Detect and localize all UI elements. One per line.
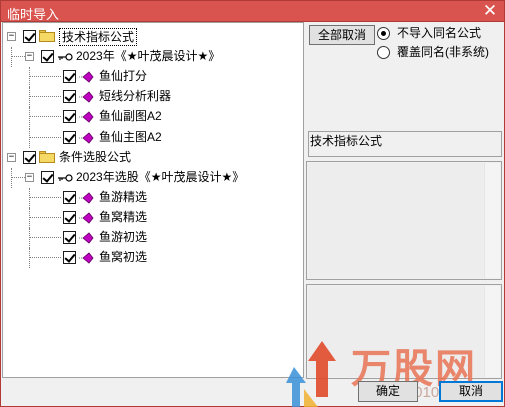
close-button[interactable]: ✕ <box>478 2 502 20</box>
tree-connector <box>29 196 61 198</box>
tree-node-label[interactable]: 鱼游初选 <box>99 229 147 245</box>
tree-connector <box>29 67 30 88</box>
description-box-1[interactable] <box>306 161 502 280</box>
tree-row-formula[interactable]: 鱼窝初选 <box>3 248 303 269</box>
collapse-toggle[interactable]: − <box>25 52 34 62</box>
formula-tree[interactable]: − 技术指标公式 − 2023年《★叶茂晨设计★》鱼仙打分短线分析利器 鱼仙副图A2 鱼仙… <box>2 22 304 378</box>
tree-node-label[interactable]: 鱼仙主图A2 <box>99 129 162 145</box>
formula-icon <box>79 252 94 264</box>
tree-node-label[interactable]: 技术指标公式 <box>59 28 138 46</box>
formula-icon <box>79 111 94 123</box>
tree-node-label[interactable]: 条件选股公式 <box>59 149 131 165</box>
collapse-toggle[interactable]: − <box>7 152 16 162</box>
tree-node-label[interactable]: 短线分析利器 <box>99 88 171 104</box>
tree-row-group[interactable]: − 2023年《★叶茂晨设计★》 <box>3 47 303 68</box>
radio-indicator[interactable] <box>377 46 390 59</box>
node-checkbox[interactable] <box>23 150 36 164</box>
dialog-body: − 技术指标公式 − 2023年《★叶茂晨设计★》鱼仙打分短线分析利器 鱼仙副图A2 鱼仙… <box>0 22 505 407</box>
formula-icon <box>79 212 94 224</box>
tree-connector <box>29 136 61 138</box>
node-checkbox[interactable] <box>63 90 76 104</box>
window-title: 临时导入 <box>7 7 60 22</box>
tree-connector <box>29 207 30 228</box>
tree-connector <box>11 167 12 188</box>
description-box-2[interactable] <box>306 284 502 379</box>
tree-connector <box>29 248 30 269</box>
tree-connector <box>29 76 61 78</box>
tree-connector <box>29 116 61 118</box>
radio-indicator[interactable] <box>377 27 390 40</box>
description-text-area[interactable] <box>308 286 483 377</box>
tree-row-formula[interactable]: 短线分析利器 <box>3 87 303 108</box>
node-checkbox[interactable] <box>63 251 76 265</box>
tree-row-formula[interactable]: 鱼游精选 <box>3 187 303 208</box>
tree-node-label[interactable]: 鱼窝初选 <box>99 249 147 265</box>
radio-label: 不导入同名公式 <box>397 26 482 40</box>
tree-node-label[interactable]: 鱼窝精选 <box>99 209 147 225</box>
formula-icon <box>79 71 94 83</box>
tree-connector <box>29 127 30 148</box>
tree-node-label[interactable]: 鱼仙副图A2 <box>99 108 162 124</box>
tree-row-formula[interactable]: 鱼仙打分 <box>3 67 303 88</box>
tree-connector <box>29 187 30 208</box>
formula-icon <box>79 232 94 244</box>
collapse-toggle[interactable]: − <box>25 172 34 182</box>
description-text-area[interactable] <box>308 163 483 278</box>
node-checkbox[interactable] <box>63 70 76 84</box>
formula-icon <box>79 131 94 144</box>
selected-category-label: 技术指标公式 <box>308 131 502 157</box>
ok-button[interactable]: 确定 <box>358 381 418 402</box>
tree-row-formula[interactable]: 鱼窝精选 <box>3 207 303 228</box>
tree-row-group[interactable]: − 2023年选股《★叶茂晨设计★》 <box>3 167 303 188</box>
tree-connector <box>29 257 61 259</box>
folder-icon <box>39 30 55 42</box>
node-checkbox[interactable] <box>41 50 54 64</box>
tree-connector <box>11 47 12 68</box>
cancel-button[interactable]: 取消 <box>439 381 503 402</box>
tree-node-label[interactable]: 鱼仙打分 <box>99 68 147 84</box>
cancel-all-button[interactable]: 全部取消 <box>309 25 375 45</box>
formula-icon <box>79 91 94 103</box>
key-icon <box>58 53 73 61</box>
tree-connector <box>29 216 61 218</box>
tree-row-folder[interactable]: − 条件选股公式 <box>3 148 303 168</box>
tree-node-label[interactable]: 2023年选股《★叶茂晨设计★》 <box>76 169 244 185</box>
tree-connector <box>29 107 30 128</box>
folder-icon <box>39 150 55 163</box>
node-checkbox[interactable] <box>63 190 76 204</box>
tree-connector <box>29 87 30 108</box>
node-checkbox[interactable] <box>63 110 76 124</box>
formula-icon <box>79 192 94 204</box>
tree-row-formula[interactable]: 鱼仙副图A2 <box>3 107 303 128</box>
node-checkbox[interactable] <box>63 130 76 144</box>
radio-label: 覆盖同名(非系统) <box>397 45 489 59</box>
tree-row-formula[interactable]: 鱼仙主图A2 <box>3 127 303 148</box>
tree-row-formula[interactable]: 鱼游初选 <box>3 228 303 249</box>
tree-connector <box>29 228 30 249</box>
collapse-toggle[interactable]: − <box>7 32 16 41</box>
tree-row-folder[interactable]: − 技术指标公式 <box>3 27 303 47</box>
tree-connector <box>11 56 25 58</box>
radio-overwrite-same-name[interactable]: 覆盖同名(非系统) <box>377 45 502 61</box>
title-bar: 临时导入 ✕ <box>0 0 505 22</box>
node-checkbox[interactable] <box>63 210 76 224</box>
key-icon <box>58 174 73 182</box>
node-checkbox[interactable] <box>41 170 54 184</box>
tree-connector <box>29 96 61 98</box>
node-checkbox[interactable] <box>23 30 36 43</box>
tree-node-label[interactable]: 2023年《★叶茂晨设计★》 <box>76 48 220 64</box>
vertical-scrollbar[interactable] <box>484 286 500 377</box>
vertical-scrollbar[interactable] <box>484 163 500 278</box>
radio-no-import-same-name[interactable]: 不导入同名公式 <box>377 26 502 42</box>
tree-connector <box>11 176 25 178</box>
node-checkbox[interactable] <box>63 231 76 244</box>
tree-node-label[interactable]: 鱼游精选 <box>99 189 147 205</box>
tree-connector <box>29 237 61 238</box>
